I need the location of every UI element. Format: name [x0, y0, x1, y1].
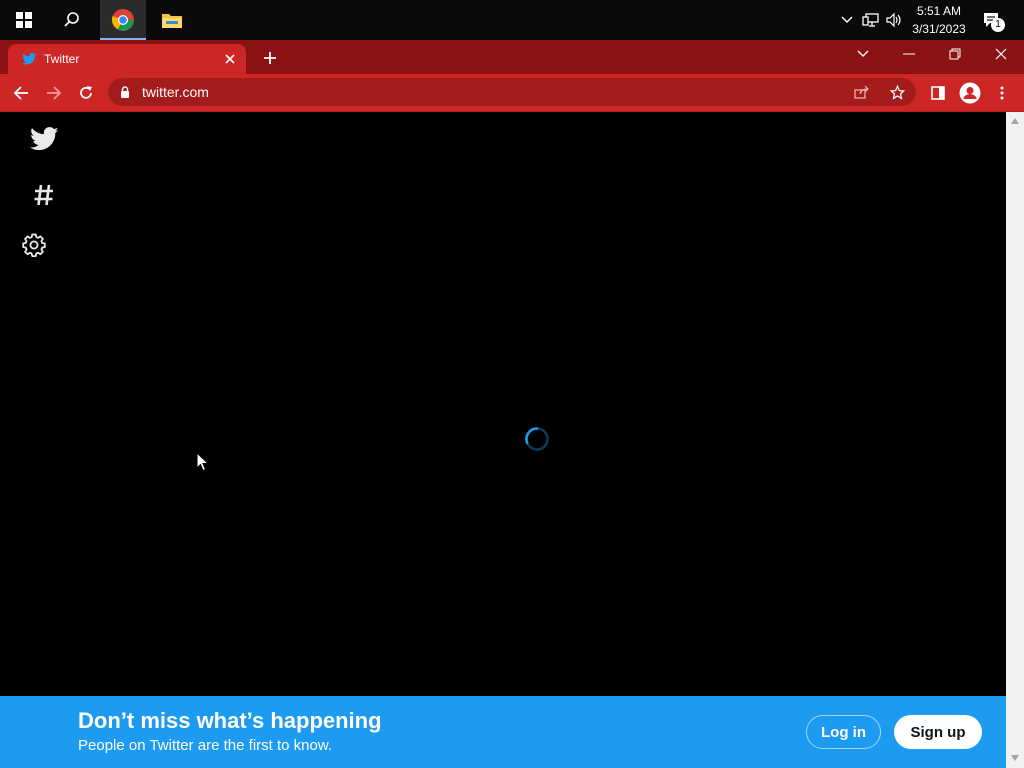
- profile-avatar-icon: [959, 82, 981, 104]
- star-icon: [889, 84, 905, 100]
- notification-badge: 1: [991, 18, 1005, 32]
- banner-title: Don’t miss what’s happening: [78, 708, 382, 733]
- minimize-icon: [903, 53, 915, 55]
- taskbar-file-explorer-button[interactable]: [152, 0, 192, 40]
- address-bar[interactable]: twitter.com: [108, 78, 916, 106]
- plus-icon: [264, 52, 276, 64]
- taskbar-search-button[interactable]: [52, 0, 92, 40]
- clock-time: 5:51 AM: [916, 4, 962, 18]
- scroll-up-arrow-icon[interactable]: [1011, 118, 1019, 124]
- tab-close-button[interactable]: [222, 51, 238, 67]
- close-icon: [225, 54, 235, 64]
- forward-button[interactable]: [43, 82, 65, 104]
- tab-title: Twitter: [44, 52, 80, 66]
- windows-start-button[interactable]: [4, 0, 44, 40]
- banner-subtitle: People on Twitter are the first to know.: [78, 737, 333, 754]
- windows-logo-icon: [16, 12, 32, 28]
- back-button[interactable]: [10, 82, 32, 104]
- twitter-home-link[interactable]: [22, 124, 66, 154]
- clock-date: 3/31/2023: [912, 22, 966, 36]
- browser-toolbar: twitter.com: [0, 74, 1024, 112]
- close-icon: [995, 48, 1007, 60]
- reload-button[interactable]: [75, 82, 97, 104]
- page-scrollbar[interactable]: [1006, 112, 1024, 768]
- scroll-down-arrow-icon[interactable]: [1011, 755, 1019, 761]
- twitter-logo-icon: [29, 127, 58, 151]
- folder-icon: [162, 14, 182, 28]
- speaker-icon: [886, 12, 901, 28]
- new-tab-button[interactable]: [259, 47, 281, 69]
- chevron-up-icon: [841, 16, 853, 23]
- url-text: twitter.com: [142, 84, 209, 100]
- kebab-menu-icon: [1000, 86, 1004, 100]
- browser-tab-twitter[interactable]: Twitter: [8, 44, 246, 74]
- loading-spinner: [525, 427, 549, 451]
- sign-up-button[interactable]: Sign up: [894, 715, 982, 749]
- chevron-down-icon: [857, 50, 869, 57]
- network-icon: [862, 13, 879, 27]
- explore-link[interactable]: [22, 180, 66, 210]
- log-in-button[interactable]: Log in: [806, 715, 881, 749]
- hashtag-explore-icon: [34, 184, 53, 206]
- tab-search-button[interactable]: [852, 46, 874, 62]
- windows-taskbar: 5:51 AM 3/31/2023 1: [0, 0, 1024, 40]
- action-center-button[interactable]: 1: [978, 0, 1006, 40]
- profile-button[interactable]: [958, 81, 982, 105]
- browser-tab-strip: Twitter: [0, 40, 1024, 74]
- mouse-cursor-icon: [196, 452, 210, 472]
- bookmark-star-button[interactable]: [887, 82, 907, 102]
- window-close-button[interactable]: [990, 46, 1012, 62]
- network-button[interactable]: [860, 0, 882, 40]
- twitter-favicon-icon: [22, 53, 37, 65]
- signup-banner: Don’t miss what’s happening People on Tw…: [0, 696, 1006, 768]
- restore-icon: [949, 48, 961, 60]
- chrome-menu-button[interactable]: [994, 82, 1010, 104]
- share-icon: [854, 85, 869, 99]
- search-icon: [64, 12, 79, 27]
- tray-overflow-button[interactable]: [838, 0, 856, 40]
- side-panel-icon: [931, 86, 945, 100]
- reload-icon: [80, 86, 92, 99]
- side-panel-button[interactable]: [927, 82, 949, 104]
- arrow-left-icon: [13, 86, 28, 100]
- taskbar-chrome-button[interactable]: [100, 0, 146, 40]
- settings-gear-icon: [22, 233, 46, 257]
- twitter-page: [0, 112, 1006, 768]
- taskbar-clock[interactable]: 5:51 AM 3/31/2023: [905, 2, 973, 38]
- restore-button[interactable]: [944, 46, 966, 62]
- lock-icon: [121, 86, 129, 98]
- share-button[interactable]: [852, 82, 872, 102]
- settings-link[interactable]: [22, 230, 46, 260]
- minimize-button[interactable]: [898, 46, 920, 62]
- volume-button[interactable]: [884, 0, 904, 40]
- arrow-right-icon: [47, 86, 62, 100]
- chrome-icon: [111, 9, 134, 31]
